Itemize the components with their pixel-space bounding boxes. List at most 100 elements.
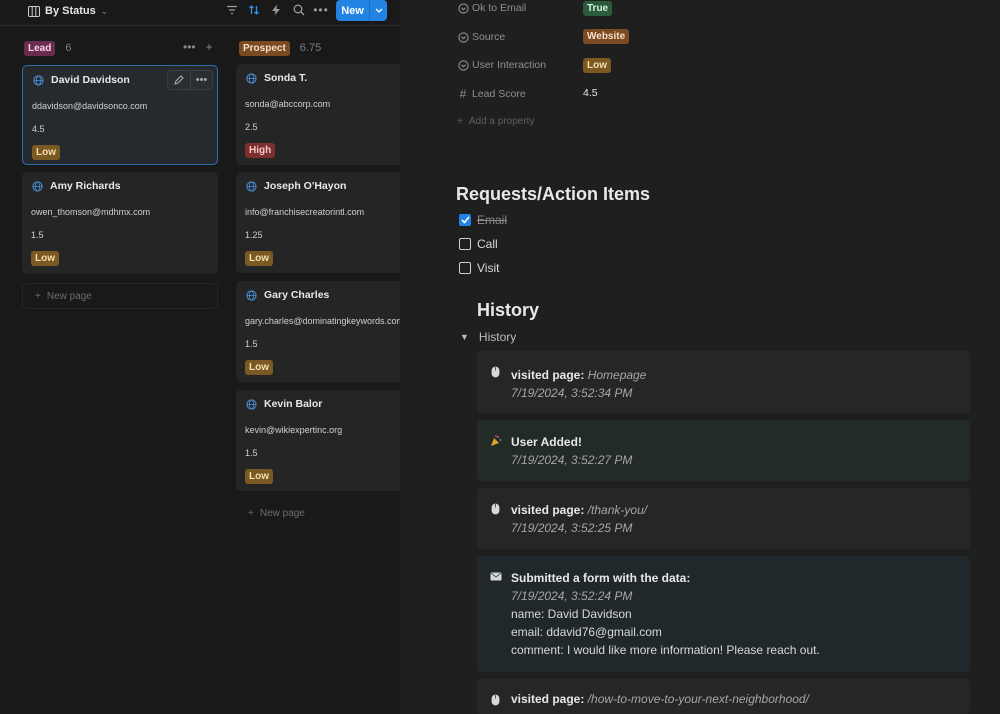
property-value[interactable]: Low — [583, 58, 611, 73]
todo-email[interactable]: Email — [459, 212, 507, 228]
form-data-comment: comment: I would like more information! … — [511, 643, 820, 657]
property-value[interactable]: True — [583, 1, 613, 16]
lightning-icon[interactable] — [268, 2, 284, 18]
history-entry: visited page: /how-to-move-to-your-next-… — [477, 679, 970, 714]
priority-tag: High — [245, 143, 276, 158]
priority-tag: Low — [31, 251, 59, 266]
card-email: sonda@abccorp.com — [245, 99, 331, 109]
form-data-name: name: David Davidson — [511, 607, 632, 621]
card-lead-1[interactable]: Amy Richards owen_thomson@mdhmx.com 1.5 … — [22, 172, 218, 274]
globe-icon — [246, 73, 257, 84]
history-heading: History — [477, 300, 540, 320]
party-icon — [489, 434, 502, 447]
todo-call[interactable]: Call — [459, 236, 498, 252]
search-icon[interactable] — [291, 2, 307, 18]
chevron-down-icon[interactable] — [370, 8, 387, 13]
todo-visit[interactable]: Visit — [459, 260, 499, 276]
triangle-down-icon[interactable]: ▼ — [460, 332, 469, 342]
select-property-icon — [457, 59, 469, 71]
entry-detail: /thank-you/ — [587, 503, 648, 517]
more-options-icon[interactable]: ••• — [183, 40, 196, 54]
globe-icon — [246, 181, 257, 192]
card-name: Kevin Balor — [264, 398, 323, 410]
card-tools: ••• — [167, 70, 213, 90]
sort-icon[interactable] — [246, 2, 262, 18]
card-score: 1.25 — [245, 230, 263, 240]
property-source[interactable]: Source — [457, 29, 505, 45]
globe-icon — [246, 290, 257, 301]
entry-timestamp: 7/19/2024, 3:52:24 PM — [511, 589, 633, 603]
card-score: 1.5 — [245, 448, 258, 458]
entry-title: User Added! — [511, 435, 582, 449]
entry-title-line: User Added! — [511, 435, 582, 449]
card-lead-0[interactable]: David Davidson ••• ddavidson@davidsonco.… — [22, 65, 218, 165]
history-entry: visited page: Homepage 7/19/2024, 3:52:3… — [477, 351, 970, 413]
card-name: Joseph O'Hayon — [264, 180, 347, 192]
column-header-lead: Lead 6 — [24, 40, 71, 56]
select-property-icon — [457, 2, 469, 14]
todo-label: Visit — [477, 261, 500, 275]
plus-icon[interactable]: + — [206, 40, 213, 54]
filter-icon[interactable] — [224, 2, 240, 18]
chevron-down-icon: ⌄ — [100, 5, 109, 16]
view-switcher[interactable]: By Status ⌄ — [28, 3, 108, 19]
page-detail-panel: Ok to Email True Source Website User Int… — [400, 0, 1000, 714]
kanban-board: By Status ⌄ ••• New Lead 6 ••• + David D… — [0, 0, 400, 714]
new-button-label: New — [341, 4, 364, 17]
status-tag[interactable]: Lead — [24, 40, 56, 56]
status-tag[interactable]: Prospect — [239, 40, 290, 56]
card-prospect-1[interactable]: Joseph O'Hayon info@franchisecreatorintl… — [236, 172, 400, 273]
more-options-icon[interactable]: ••• — [190, 71, 212, 89]
globe-icon — [32, 181, 43, 192]
card-email: kevin@wikiexpertinc.org — [245, 425, 343, 435]
card-email: owen_thomson@mdhmx.com — [31, 207, 151, 217]
entry-title: visited page: — [511, 503, 585, 517]
property-value[interactable]: Website — [583, 29, 630, 44]
property-user-interaction[interactable]: User Interaction — [457, 57, 546, 73]
plus-icon: + — [457, 116, 463, 127]
property-ok-to-email[interactable]: Ok to Email — [457, 0, 526, 16]
entry-title-line: Submitted a form with the data: — [511, 571, 690, 585]
new-button[interactable]: New — [336, 0, 387, 21]
entry-detail: Homepage — [587, 368, 647, 382]
column-header-prospect: Prospect 6.75 — [239, 40, 321, 56]
board-view-icon — [28, 5, 40, 17]
edit-icon[interactable] — [168, 71, 190, 89]
card-prospect-3[interactable]: Kevin Balor kevin@wikiexpertinc.org 1.5 … — [236, 390, 400, 491]
card-name: Amy Richards — [50, 180, 121, 192]
mouse-icon — [489, 693, 502, 706]
history-entry: Submitted a form with the data: 7/19/202… — [477, 556, 970, 672]
entry-title: visited page: — [511, 692, 585, 706]
entry-title-line: visited page: Homepage — [511, 368, 646, 382]
new-page-button[interactable]: + New page — [236, 500, 400, 526]
card-prospect-0[interactable]: Sonda T. sonda@abccorp.com 2.5 High — [236, 64, 400, 165]
new-page-button[interactable]: + New page — [22, 283, 218, 309]
toggle-label: History — [478, 330, 517, 344]
card-score: 1.5 — [31, 230, 44, 240]
history-toggle[interactable]: ▼ History — [460, 330, 516, 344]
envelope-icon — [489, 570, 502, 583]
checkbox[interactable] — [459, 262, 471, 274]
mouse-icon — [489, 502, 502, 515]
add-property-label: Add a property — [468, 116, 535, 127]
board-toolbar: By Status ⌄ ••• New — [0, 0, 400, 26]
more-options-icon[interactable]: ••• — [313, 2, 329, 18]
priority-tag: Low — [32, 145, 60, 160]
card-score: 4.5 — [32, 124, 45, 134]
plus-icon: + — [248, 507, 254, 519]
property-lead-score[interactable]: # Lead Score — [457, 86, 526, 102]
entry-title: visited page: — [511, 368, 585, 382]
checkbox-checked[interactable] — [459, 214, 471, 226]
card-score: 2.5 — [245, 122, 258, 132]
card-email: info@franchisecreatorintl.com — [245, 207, 365, 217]
checkbox[interactable] — [459, 238, 471, 250]
card-prospect-2[interactable]: Gary Charles gary.charles@dominatingkeyw… — [236, 281, 400, 382]
card-score: 1.5 — [245, 339, 258, 349]
column-actions: ••• + — [183, 40, 213, 54]
add-property-button[interactable]: + Add a property — [457, 116, 534, 127]
select-property-icon — [457, 31, 469, 43]
todo-label: Email — [477, 213, 508, 227]
globe-icon — [33, 75, 44, 86]
entry-timestamp: 7/19/2024, 3:52:34 PM — [511, 386, 633, 400]
property-value[interactable]: 4.5 — [583, 87, 598, 99]
